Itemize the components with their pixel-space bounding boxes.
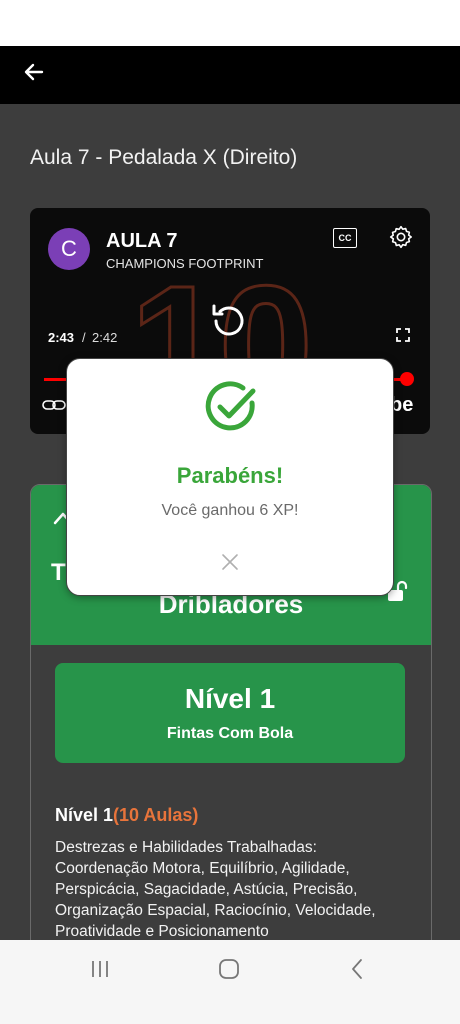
video-progress-handle[interactable] xyxy=(400,372,414,386)
video-time-separator: / xyxy=(82,330,86,345)
back-arrow-icon[interactable] xyxy=(22,60,46,84)
page-title: Aula 7 - Pedalada X (Direito) xyxy=(30,146,298,169)
gear-icon[interactable] xyxy=(388,224,414,250)
replay-icon[interactable] xyxy=(206,298,252,344)
level-lesson-count: (10 Aulas) xyxy=(113,805,199,825)
skills-description: Destrezas e Habilidades Trabalhadas: Coo… xyxy=(55,839,376,940)
link-icon[interactable] xyxy=(42,398,66,412)
system-navigation-bar xyxy=(0,940,460,1024)
video-time-current: 2:43 xyxy=(48,330,75,345)
channel-avatar[interactable]: C xyxy=(48,228,90,270)
dialog-message: Você ganhou 6 XP! xyxy=(161,502,299,519)
video-time-total: 2:42 xyxy=(92,330,118,345)
level-button[interactable]: Nível 1 Fintas Com Bola xyxy=(55,663,405,763)
level-subtitle: Fintas Com Bola xyxy=(166,725,294,742)
recents-icon[interactable] xyxy=(88,960,112,978)
captions-icon[interactable]: CC xyxy=(333,228,357,248)
level-title: Nível 1 xyxy=(184,683,276,714)
check-circle-icon xyxy=(205,381,256,431)
dialog-title: Parabéns! xyxy=(176,463,284,488)
course-card-letter: T xyxy=(51,559,66,586)
video-title[interactable]: AULA 7 xyxy=(106,230,177,253)
nav-back-icon[interactable] xyxy=(350,958,364,980)
level-heading-main: Nível 1 xyxy=(55,805,114,825)
home-icon[interactable] xyxy=(218,958,240,980)
fullscreen-icon[interactable] xyxy=(396,328,410,342)
success-dialog: Parabéns! Você ganhou 6 XP! xyxy=(66,358,394,596)
level-heading: Nível 1(10 Aulas) xyxy=(55,805,198,826)
close-icon[interactable] xyxy=(220,552,240,572)
status-bar xyxy=(0,0,460,46)
app-bar xyxy=(0,46,460,104)
video-channel-name: CHAMPIONS FOOTPRINT xyxy=(106,256,264,271)
